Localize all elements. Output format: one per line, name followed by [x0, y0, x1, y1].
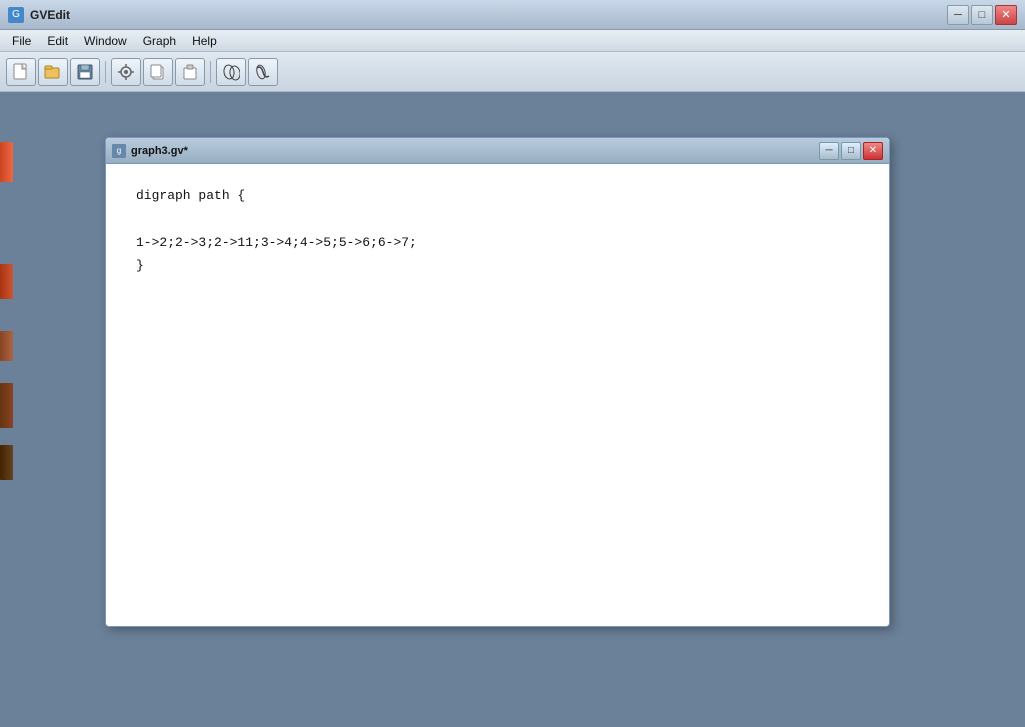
- menu-bar: File Edit Window Graph Help: [0, 30, 1025, 52]
- title-bar: G GVEdit ─ □ ✕: [0, 0, 1025, 30]
- code-line-3: }: [136, 254, 859, 277]
- close-button[interactable]: ✕: [995, 5, 1017, 25]
- code-line-blank1: [136, 207, 859, 230]
- run-fast-button[interactable]: [248, 58, 278, 86]
- preferences-button[interactable]: [111, 58, 141, 86]
- run-button[interactable]: [216, 58, 246, 86]
- new-button[interactable]: [6, 58, 36, 86]
- paste-button[interactable]: [175, 58, 205, 86]
- menu-file[interactable]: File: [4, 32, 39, 50]
- document-title-bar: g graph3.gv* ─ □ ✕: [106, 138, 889, 164]
- copy-button[interactable]: [143, 58, 173, 86]
- left-item-5: [0, 445, 13, 480]
- code-line-2: 1->2;2->3;2->11;3->4;4->5;5->6;6->7;: [136, 231, 859, 254]
- app-title: GVEdit: [30, 8, 947, 22]
- left-item-4: [0, 383, 13, 428]
- document-controls: ─ □ ✕: [819, 142, 883, 160]
- menu-help[interactable]: Help: [184, 32, 225, 50]
- document-window: g graph3.gv* ─ □ ✕ digraph path { 1->2;2…: [105, 137, 890, 627]
- save-button[interactable]: [70, 58, 100, 86]
- document-title: graph3.gv*: [131, 145, 819, 157]
- doc-minimize-button[interactable]: ─: [819, 142, 839, 160]
- left-sidebar: [0, 92, 15, 727]
- left-item-1: [0, 142, 13, 182]
- maximize-button[interactable]: □: [971, 5, 993, 25]
- window-controls: ─ □ ✕: [947, 5, 1017, 25]
- minimize-button[interactable]: ─: [947, 5, 969, 25]
- left-item-2: [0, 264, 13, 299]
- main-area: g graph3.gv* ─ □ ✕ digraph path { 1->2;2…: [0, 92, 1025, 727]
- menu-window[interactable]: Window: [76, 32, 135, 50]
- toolbar: [0, 52, 1025, 92]
- doc-close-button[interactable]: ✕: [863, 142, 883, 160]
- separator-2: [210, 61, 211, 83]
- document-content[interactable]: digraph path { 1->2;2->3;2->11;3->4;4->5…: [106, 164, 889, 626]
- doc-maximize-button[interactable]: □: [841, 142, 861, 160]
- menu-graph[interactable]: Graph: [135, 32, 184, 50]
- open-button[interactable]: [38, 58, 68, 86]
- menu-edit[interactable]: Edit: [39, 32, 76, 50]
- left-item-3: [0, 331, 13, 361]
- code-line-1: digraph path {: [136, 184, 859, 207]
- document-icon: g: [112, 144, 126, 158]
- separator-1: [105, 61, 106, 83]
- app-icon: G: [8, 7, 24, 23]
